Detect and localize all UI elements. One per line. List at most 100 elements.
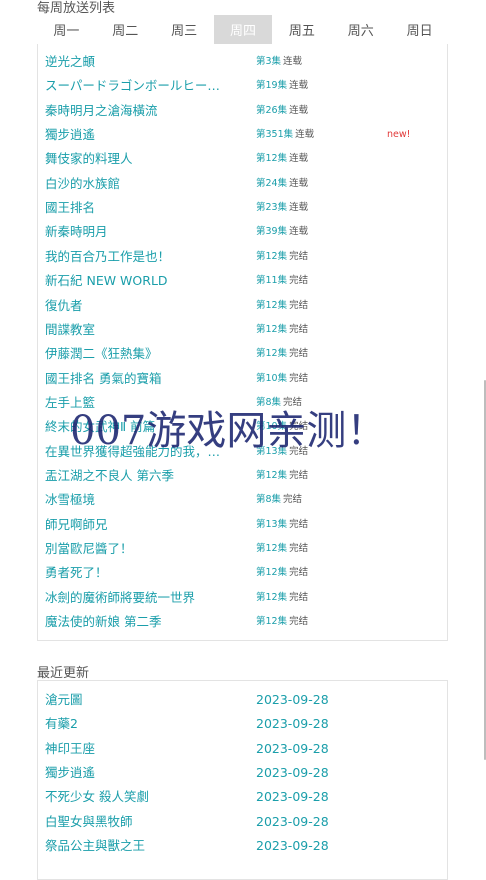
episode-status: 完结 [289,518,309,530]
anime-title-link[interactable]: 神印王座 [45,737,225,761]
anime-title-link[interactable]: スーパードラゴンボールヒーローズ [45,74,225,98]
anime-title-link[interactable]: 白聖女與黑牧師 [45,810,225,834]
episode-number: 第8集 [256,396,282,408]
list-item: 獨步逍遙 第351集 连载 new! [38,123,447,147]
anime-title-link[interactable]: 有藥2 [45,712,225,736]
anime-title-link[interactable]: 新秦時明月 [45,220,225,244]
list-item: 有藥2 2023-09-28 [38,712,447,736]
episode-info: 第12集 完结 [256,342,308,366]
anime-title-link[interactable]: 魔法使的新娘 第二季 [45,610,225,634]
anime-title-link[interactable]: 不死少女 殺人笑劇 [45,785,225,809]
anime-title-link[interactable]: 終末的女武神Ⅱ 前篇 [45,415,225,439]
list-item: 左手上籃 第8集 完结 [38,391,447,415]
anime-title-link[interactable]: 師兄啊師兄 [45,513,225,537]
episode-number: 第13集 [256,445,288,457]
episode-info: 第13集 完结 [256,440,308,464]
episode-info: 第13集 完结 [256,513,308,537]
update-date: 2023-09-28 [256,716,329,732]
anime-title-link[interactable]: 國王排名 [45,196,225,220]
recent-updates-title: 最近更新 [37,666,90,681]
anime-title-link[interactable]: 滄元圖 [45,688,225,712]
episode-status: 连载 [295,129,315,141]
episode-number: 第12集 [256,153,288,165]
episode-status: 完结 [289,299,309,311]
anime-title-link[interactable]: 秦時明月之滄海橫流 [45,99,225,123]
episode-number: 第19集 [256,80,288,92]
recent-list: 滄元圖 2023-09-28 有藥2 2023-09-28 神印王座 2023-09-28… [37,680,448,880]
episode-status: 完结 [289,469,309,481]
episode-info: 第10集 完结 [256,367,308,391]
list-item: 獨步逍遙 2023-09-28 [38,761,447,785]
tab-monday[interactable]: 周一 [37,15,96,44]
episode-info: 第351集 连载 [256,123,314,147]
list-item: 新秦時明月 第39集 连载 [38,220,447,244]
list-item: 不死少女 殺人笑劇 2023-09-28 [38,785,447,809]
anime-title-link[interactable]: 冰劍的魔術師將要統一世界 [45,586,225,610]
episode-number: 第12集 [256,469,288,481]
anime-title-link[interactable]: 白沙的水族館 [45,172,225,196]
episode-info: 第8集 完结 [256,391,302,415]
episode-number: 第23集 [256,202,288,214]
episode-status: 连载 [289,153,309,165]
episode-number: 第39集 [256,226,288,238]
episode-number: 第12集 [256,250,288,262]
anime-title-link[interactable]: 舞伎家的料理人 [45,147,225,171]
episode-status: 完结 [283,396,303,408]
tab-saturday[interactable]: 周六 [331,15,390,44]
anime-title-link[interactable]: 獨步逍遙 [45,761,225,785]
episode-number: 第26集 [256,104,288,116]
anime-title-link[interactable]: 我的百合乃工作是也！ [45,245,225,269]
tab-tuesday[interactable]: 周二 [96,15,155,44]
episode-number: 第13集 [256,518,288,530]
update-date: 2023-09-28 [256,789,329,805]
update-date: 2023-09-28 [256,740,329,756]
list-item: 間諜教室 第12集 完结 [38,318,447,342]
tab-sunday[interactable]: 周日 [390,15,449,44]
episode-number: 第12集 [256,567,288,579]
list-item: 復仇者 第12集 完结 [38,294,447,318]
list-item: 我的百合乃工作是也！ 第12集 完结 [38,245,447,269]
anime-title-link[interactable]: 左手上籃 [45,391,225,415]
anime-title-link[interactable]: 勇者死了！ [45,561,225,585]
episode-number: 第12集 [256,543,288,554]
tab-wednesday[interactable]: 周三 [155,15,214,44]
update-date: 2023-09-28 [256,765,329,781]
list-item: 逆光之頔 第3集 连载 [38,50,447,74]
anime-title-link[interactable]: 在異世界獲得超強能力的我，在現實世界照樣無敵 [45,440,225,464]
episode-info: 第12集 完结 [256,561,308,585]
episode-status: 完结 [289,275,309,287]
list-item: 終末的女武神Ⅱ 前篇 第10集 完结 [38,415,447,439]
tab-friday[interactable]: 周五 [272,15,331,44]
anime-title-link[interactable]: 祭品公主與獸之王 [45,834,225,858]
list-item: 國王排名 第23集 连载 [38,196,447,220]
list-item: 秦時明月之滄海橫流 第26集 连载 [38,99,447,123]
episode-status: 连载 [289,80,309,92]
anime-title-link[interactable]: 復仇者 [45,294,225,318]
anime-title-link[interactable]: 冰雪極境 [45,488,225,512]
list-item: 白聖女與黑牧師 2023-09-28 [38,810,447,834]
episode-status: 完结 [283,494,303,506]
list-item: 新石紀 NEW WORLD 第11集 完结 [38,269,447,293]
episode-info: 第10集 完结 [256,415,308,439]
tab-thursday[interactable]: 周四 [213,15,273,44]
episode-info: 第23集 连载 [256,196,308,220]
anime-title-link[interactable]: 別當歐尼醬了！ [45,537,225,561]
anime-title-link[interactable]: 伊藤潤二《狂熱集》 [45,342,225,366]
anime-title-link[interactable]: 逆光之頔 [45,50,225,74]
episode-info: 第19集 连载 [256,74,308,98]
anime-title-link[interactable]: 盂江湖之不良人 第六季 [45,464,225,488]
episode-status: 完结 [289,616,309,628]
anime-title-link[interactable]: 間諜教室 [45,318,225,342]
anime-title-link[interactable]: 國王排名 勇氣的寶箱 [45,367,225,391]
episode-status: 完结 [289,250,309,262]
episode-number: 第10集 [256,372,288,384]
anime-title-link[interactable]: 新石紀 NEW WORLD [45,269,225,293]
episode-info: 第26集 连载 [256,99,308,123]
list-item: 伊藤潤二《狂熱集》 第12集 完结 [38,342,447,366]
episode-status: 连载 [283,56,303,67]
episode-status: 连载 [289,104,309,116]
episode-status: 完结 [289,372,309,384]
episode-number: 第24集 [256,177,288,189]
list-item: 師兄啊師兄 第13集 完结 [38,513,447,537]
anime-title-link[interactable]: 獨步逍遙 [45,123,225,147]
